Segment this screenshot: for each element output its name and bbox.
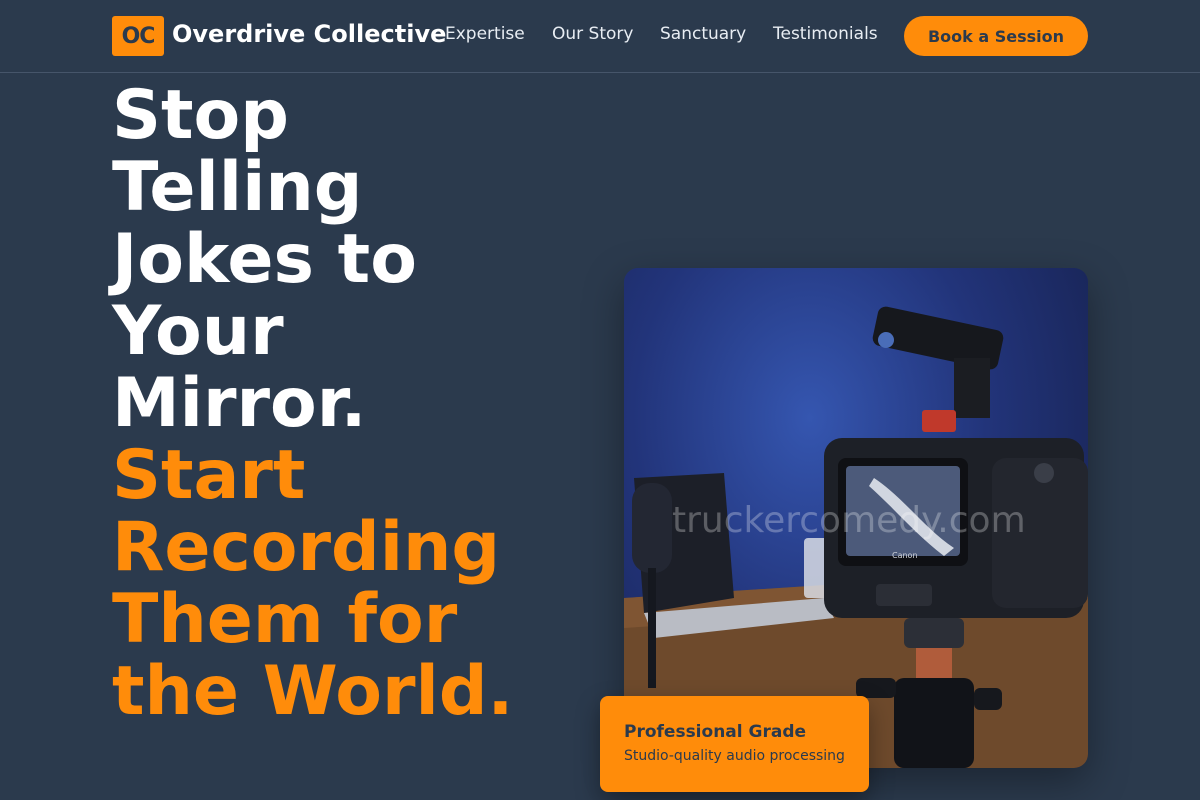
professional-grade-card: Professional Grade Studio-quality audio … xyxy=(600,696,869,792)
logo-badge[interactable]: OC xyxy=(112,16,164,56)
headline-line: Jokes to xyxy=(112,220,417,299)
nav-link-sanctuary[interactable]: Sanctuary xyxy=(660,24,746,44)
headline-line: Stop xyxy=(112,76,289,155)
headline-accent-line: Them for xyxy=(112,580,458,659)
headline-accent-line: the World. xyxy=(112,652,514,731)
headline-accent-line: Recording xyxy=(112,508,501,587)
brand-name[interactable]: Overdrive Collective xyxy=(172,20,446,48)
headline-line: Your xyxy=(112,292,284,371)
card-title: Professional Grade xyxy=(624,722,807,742)
camera-brand-label: Canon xyxy=(892,551,918,560)
book-session-button[interactable]: Book a Session xyxy=(904,16,1088,56)
nav-link-testimonials[interactable]: Testimonials xyxy=(773,24,878,44)
card-subtitle: Studio-quality audio processing xyxy=(624,748,845,764)
headline-accent-line: Start xyxy=(112,436,306,515)
nav-link-expertise[interactable]: Expertise xyxy=(445,24,525,44)
hero-headline: Stop Telling Jokes to Your Mirror. Start… xyxy=(112,80,582,728)
headline-line: Mirror. xyxy=(112,364,367,443)
nav-link-our-story[interactable]: Our Story xyxy=(552,24,633,44)
top-navbar: OC Overdrive Collective Expertise Our St… xyxy=(0,0,1200,73)
hero-photo-camera-setup: Canon truckercomedy.com xyxy=(624,268,1088,768)
image-watermark: truckercomedy.com xyxy=(672,500,1026,541)
headline-line: Telling xyxy=(112,148,363,227)
